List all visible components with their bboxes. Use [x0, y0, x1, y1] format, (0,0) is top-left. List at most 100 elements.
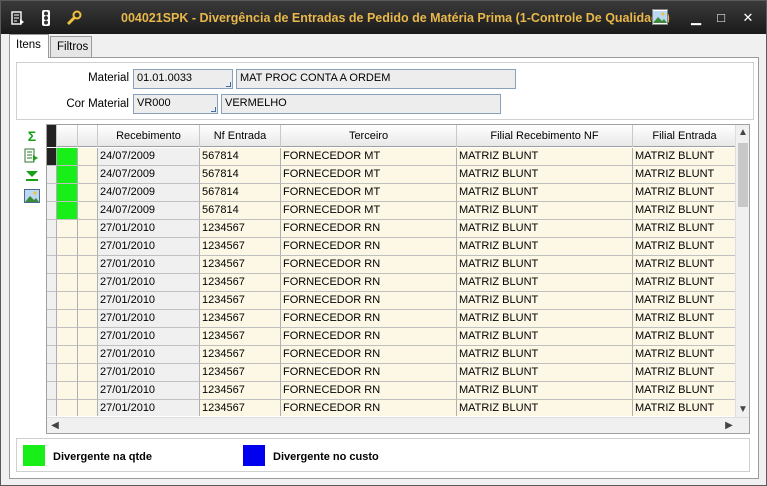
cell-filial-entrada: MATRIZ BLUNT — [633, 400, 737, 416]
cell-nf-entrada: 1234567 — [200, 292, 281, 310]
row-marker — [47, 220, 57, 238]
cell-terceiro: FORNECEDOR RN — [281, 256, 457, 274]
scroll-right-icon[interactable]: ▶ — [723, 420, 735, 431]
row-spacer — [78, 238, 98, 256]
cell-nf-entrada: 567814 — [200, 148, 281, 166]
divergence-indicator — [57, 148, 78, 166]
row-marker — [47, 382, 57, 400]
row-spacer — [78, 310, 98, 328]
close-button[interactable]: ✕ — [740, 11, 756, 25]
window-title: 004021SPK - Divergência de Entradas de P… — [121, 11, 670, 25]
divergence-indicator — [57, 364, 78, 382]
cor-code-value: VR000 — [137, 97, 171, 109]
divergence-indicator — [57, 292, 78, 310]
items-grid[interactable]: Recebimento Nf Entrada Terceiro Filial R… — [46, 124, 750, 434]
table-row[interactable]: 24/07/2009 567814 FORNECEDOR MT MATRIZ BLUN… — [47, 184, 737, 202]
table-row[interactable]: 27/01/2010 1234567 FORNECEDOR RN MATRIZ BLU… — [47, 328, 737, 346]
table-row[interactable]: 27/01/2010 1234567 FORNECEDOR RN MATRIZ BLU… — [47, 310, 737, 328]
material-code-value: 01.01.0033 — [137, 72, 193, 84]
cell-filial-entrada: MATRIZ BLUNT — [633, 202, 737, 220]
cell-filial-entrada: MATRIZ BLUNT — [633, 238, 737, 256]
table-row[interactable]: 27/01/2010 1234567 FORNECEDOR RN MATRIZ BLU… — [47, 400, 737, 416]
filter-header: Material 01.01.0033 MAT PROC CONTA A ORD… — [16, 62, 754, 120]
sum-icon[interactable]: Σ — [22, 126, 42, 146]
row-marker — [47, 166, 57, 184]
cell-terceiro: FORNECEDOR RN — [281, 400, 457, 416]
table-row[interactable]: 27/01/2010 1234567 FORNECEDOR RN MATRIZ BLU… — [47, 364, 737, 382]
table-row[interactable]: 27/01/2010 1234567 FORNECEDOR RN MATRIZ BLU… — [47, 292, 737, 310]
col-terceiro[interactable]: Terceiro — [281, 125, 457, 147]
divergence-indicator — [57, 382, 78, 400]
vertical-scrollbar[interactable]: ▲ ▼ — [735, 125, 749, 417]
table-row[interactable]: 24/07/2009 567814 FORNECEDOR MT MATRIZ BLUN… — [47, 202, 737, 220]
table-row[interactable]: 27/01/2010 1234567 FORNECEDOR RN MATRIZ BLU… — [47, 256, 737, 274]
row-marker — [47, 256, 57, 274]
cell-filial-recebimento: MATRIZ BLUNT — [457, 310, 633, 328]
row-marker — [47, 400, 57, 416]
divergence-indicator — [57, 256, 78, 274]
horizontal-scrollbar[interactable]: ◀ ▶ — [47, 417, 749, 433]
divergence-indicator — [57, 238, 78, 256]
cell-filial-entrada: MATRIZ BLUNT — [633, 148, 737, 166]
cell-terceiro: FORNECEDOR MT — [281, 202, 457, 220]
row-marker — [47, 148, 57, 166]
tab-filtros[interactable]: Filtros — [50, 36, 92, 57]
table-row[interactable]: 27/01/2010 1234567 FORNECEDOR RN MATRIZ BLU… — [47, 238, 737, 256]
col-nf-entrada[interactable]: Nf Entrada — [200, 125, 281, 147]
cor-code-field[interactable]: VR000 — [133, 94, 218, 114]
row-spacer — [78, 328, 98, 346]
cell-terceiro: FORNECEDOR RN — [281, 292, 457, 310]
cell-filial-entrada: MATRIZ BLUNT — [633, 328, 737, 346]
col-recebimento[interactable]: Recebimento — [98, 125, 200, 147]
minimize-button[interactable]: ▁ — [688, 11, 704, 25]
picture-icon[interactable] — [22, 186, 42, 206]
table-row[interactable]: 27/01/2010 1234567 FORNECEDOR RN MATRIZ BLU… — [47, 382, 737, 400]
cell-filial-recebimento: MATRIZ BLUNT — [457, 400, 633, 416]
wrench-icon[interactable] — [65, 9, 83, 27]
col-filial-entrada[interactable]: Filial Entrada — [633, 125, 737, 147]
legend-swatch-qty — [23, 445, 45, 466]
row-marker — [47, 292, 57, 310]
cell-nf-entrada: 567814 — [200, 184, 281, 202]
divergence-indicator — [57, 328, 78, 346]
cell-filial-recebimento: MATRIZ BLUNT — [457, 166, 633, 184]
cell-filial-entrada: MATRIZ BLUNT — [633, 166, 737, 184]
picture-icon[interactable] — [652, 9, 668, 25]
row-spacer — [78, 202, 98, 220]
maximize-button[interactable]: □ — [713, 11, 729, 25]
tab-panel: Material 01.01.0033 MAT PROC CONTA A ORD… — [9, 57, 759, 479]
scroll-down-icon[interactable]: ▼ — [737, 404, 749, 415]
scroll-up-icon[interactable]: ▲ — [737, 127, 749, 138]
cell-filial-entrada: MATRIZ BLUNT — [633, 292, 737, 310]
cell-recebimento: 27/01/2010 — [98, 238, 200, 256]
table-row[interactable]: 24/07/2009 567814 FORNECEDOR MT MATRIZ BLUN… — [47, 148, 737, 166]
table-row[interactable]: 27/01/2010 1234567 FORNECEDOR RN MATRIZ BLU… — [47, 346, 737, 364]
cell-recebimento: 24/07/2009 — [98, 166, 200, 184]
cell-terceiro: FORNECEDOR MT — [281, 148, 457, 166]
cell-filial-recebimento: MATRIZ BLUNT — [457, 328, 633, 346]
col-filial-recebimento[interactable]: Filial Recebimento NF — [457, 125, 633, 147]
cor-desc-value: VERMELHO — [225, 97, 287, 109]
scroll-thumb[interactable] — [738, 143, 748, 207]
divergence-indicator — [57, 202, 78, 220]
cell-terceiro: FORNECEDOR RN — [281, 310, 457, 328]
tab-itens[interactable]: Itens — [9, 34, 49, 58]
export-icon[interactable] — [22, 146, 42, 166]
cell-recebimento: 27/01/2010 — [98, 346, 200, 364]
report-icon[interactable] — [9, 9, 27, 27]
cell-filial-entrada: MATRIZ BLUNT — [633, 274, 737, 292]
row-marker — [47, 274, 57, 292]
table-row[interactable]: 24/07/2009 567814 FORNECEDOR MT MATRIZ BLUN… — [47, 166, 737, 184]
scroll-left-icon[interactable]: ◀ — [49, 420, 61, 431]
grid-header: Recebimento Nf Entrada Terceiro Filial R… — [47, 125, 737, 147]
row-marker — [47, 364, 57, 382]
table-row[interactable]: 27/01/2010 1234567 FORNECEDOR RN MATRIZ BLU… — [47, 274, 737, 292]
traffic-light-icon[interactable] — [37, 9, 55, 27]
collapse-icon[interactable] — [22, 166, 42, 186]
cell-filial-recebimento: MATRIZ BLUNT — [457, 202, 633, 220]
table-row[interactable]: 27/01/2010 1234567 FORNECEDOR RN MATRIZ BLU… — [47, 220, 737, 238]
material-code-field[interactable]: 01.01.0033 — [133, 69, 233, 89]
divergence-indicator — [57, 274, 78, 292]
cell-filial-recebimento: MATRIZ BLUNT — [457, 148, 633, 166]
row-marker — [47, 202, 57, 220]
